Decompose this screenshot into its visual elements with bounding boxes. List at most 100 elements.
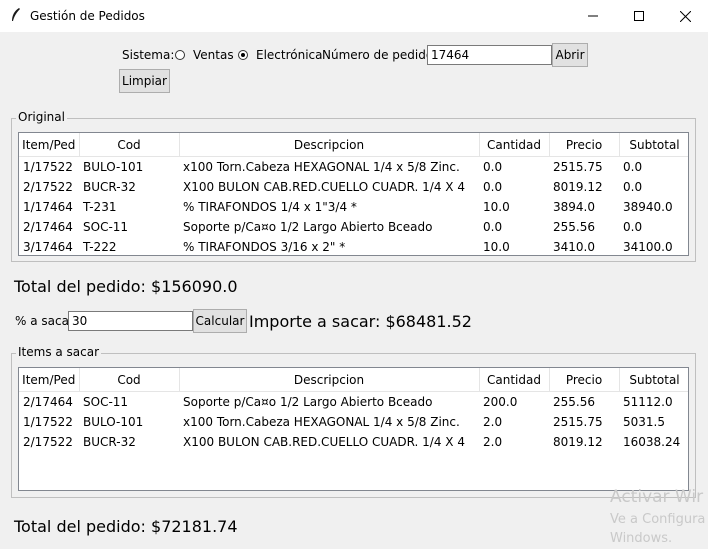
original-total: Total del pedido: $156090.0 [14,277,238,296]
importe-text: Importe a sacar: $68481.52 [249,312,472,331]
items-table[interactable]: Item/Ped Cod Descripcion Cantidad Precio… [18,367,689,491]
close-icon [679,10,691,22]
cell: 0.0 [483,180,503,194]
column-header[interactable]: Precio [549,133,620,157]
feather-app-icon [12,8,20,21]
cell: SOC-11 [83,395,129,409]
minimize-icon [588,15,598,17]
cell: 200.0 [483,395,518,409]
column-header[interactable]: Cantidad [479,368,550,392]
cell: 8019.12 [553,180,603,194]
cell: 2515.75 [553,415,603,429]
original-legend: Original [16,110,67,124]
watermark-line-3: Windows. [610,531,673,546]
cell: X100 BULON CAB.RED.CUELLO CUADR. 1/4 X 4 [183,435,465,449]
cell: BUCR-32 [83,180,136,194]
pct-input[interactable] [68,311,193,331]
watermark-line-2: Ve a Configura [610,512,706,527]
cell: BULO-101 [83,160,144,174]
calcular-button[interactable]: Calcular [193,309,247,333]
column-header[interactable]: Descripcion [179,368,480,392]
maximize-icon [634,11,644,21]
column-header[interactable]: Cantidad [479,133,550,157]
cell: T-231 [83,200,117,214]
table-row[interactable]: 1/17522 BULO-101 x100 Torn.Cabeza HEXAGONA… [19,412,688,432]
cell: T-222 [83,240,117,254]
limpiar-button[interactable]: Limpiar [119,69,170,93]
radio-ventas[interactable] [175,50,185,60]
column-header[interactable]: Descripcion [179,133,480,157]
cell: 1/17464 [23,200,73,214]
cell: 1/17522 [23,160,73,174]
cell: BULO-101 [83,415,144,429]
radio-electronica-label[interactable]: Electrónica [256,48,323,62]
cell: BUCR-32 [83,435,136,449]
column-header[interactable]: Precio [549,368,620,392]
cell: 2.0 [483,415,503,429]
abrir-button[interactable]: Abrir [552,43,588,67]
cell: 38940.0 [623,200,673,214]
cell: 0.0 [483,220,503,234]
pedido-input[interactable] [427,45,552,65]
items-total: Total del pedido: $72181.74 [14,517,238,536]
cell: 2.0 [483,435,503,449]
items-header-row: Item/Ped Cod Descripcion Cantidad Precio… [19,368,688,392]
cell: 2/17522 [23,435,73,449]
cell: 0.0 [483,160,503,174]
table-row[interactable]: 2/17522 BUCR-32 X100 BULON CAB.RED.CUELLO … [19,432,688,452]
minimize-button[interactable] [570,0,616,32]
title-bar: Gestión de Pedidos [0,0,708,32]
table-row[interactable]: 3/17464 T-222 % TIRAFONDOS 3/16 x 2" * 10.0… [19,237,688,255]
table-row[interactable]: 2/17464 SOC-11 Soporte p/Ca¤o 1/2 Largo Ab… [19,392,688,413]
cell: % TIRAFONDOS 1/4 x 1"3/4 * [183,200,357,214]
table-row[interactable]: 1/17464 T-231 % TIRAFONDOS 1/4 x 1"3/4 * 10… [19,197,688,217]
cell: 3894.0 [553,200,595,214]
cell: 0.0 [623,160,643,174]
column-header[interactable]: Cod [79,133,180,157]
original-header-row: Item/Ped Cod Descripcion Cantidad Precio… [19,133,688,157]
radio-ventas-label[interactable]: Ventas [193,48,234,62]
cell: SOC-11 [83,220,129,234]
column-header[interactable]: Subtotal [619,368,688,392]
table-row[interactable]: 2/17464 SOC-11 Soporte p/Ca¤o 1/2 Largo Ab… [19,217,688,237]
column-header[interactable]: Item/Ped [19,368,80,392]
cell: 3/17464 [23,240,73,254]
cell: 34100.0 [623,240,673,254]
radio-electronica[interactable] [238,50,248,60]
cell: 255.56 [553,395,595,409]
cell: 0.0 [623,180,643,194]
cell: 10.0 [483,240,510,254]
cell: 51112.0 [623,395,673,409]
sistema-label: Sistema: [122,48,175,62]
column-header[interactable]: Subtotal [619,133,688,157]
cell: X100 BULON CAB.RED.CUELLO CUADR. 1/4 X 4 [183,180,465,194]
cell: 5031.5 [623,415,665,429]
column-header[interactable]: Item/Ped [19,133,80,157]
cell: 3410.0 [553,240,595,254]
cell: Soporte p/Ca¤o 1/2 Largo Abierto Bceado [183,220,433,234]
items-legend: Items a sacar [16,345,102,359]
original-table[interactable]: Item/Ped Cod Descripcion Cantidad Precio… [18,132,689,256]
cell: 0.0 [623,220,643,234]
cell: 2515.75 [553,160,603,174]
cell: 2/17464 [23,220,73,234]
cell: x100 Torn.Cabeza HEXAGONAL 1/4 x 5/8 Zin… [183,415,460,429]
cell: 255.56 [553,220,595,234]
cell: 1/17522 [23,415,73,429]
close-button[interactable] [662,0,708,32]
cell: 2/17464 [23,395,73,409]
cell: 8019.12 [553,435,603,449]
cell: 16038.24 [623,435,681,449]
window-title: Gestión de Pedidos [30,9,145,23]
pedido-label: Número de pedido: [322,48,438,62]
cell: 10.0 [483,200,510,214]
table-row[interactable]: 2/17522 BUCR-32 X100 BULON CAB.RED.CUELLO … [19,177,688,197]
column-header[interactable]: Cod [79,368,180,392]
maximize-button[interactable] [616,0,662,32]
cell: % TIRAFONDOS 3/16 x 2" * [183,240,346,254]
watermark-line-1: Activar Wir [610,487,704,507]
cell: 2/17522 [23,180,73,194]
cell: Soporte p/Ca¤o 1/2 Largo Abierto Bceado [183,395,433,409]
cell: x100 Torn.Cabeza HEXAGONAL 1/4 x 5/8 Zin… [183,160,460,174]
table-row[interactable]: 1/17522 BULO-101 x100 Torn.Cabeza HEXAGONA… [19,157,688,178]
